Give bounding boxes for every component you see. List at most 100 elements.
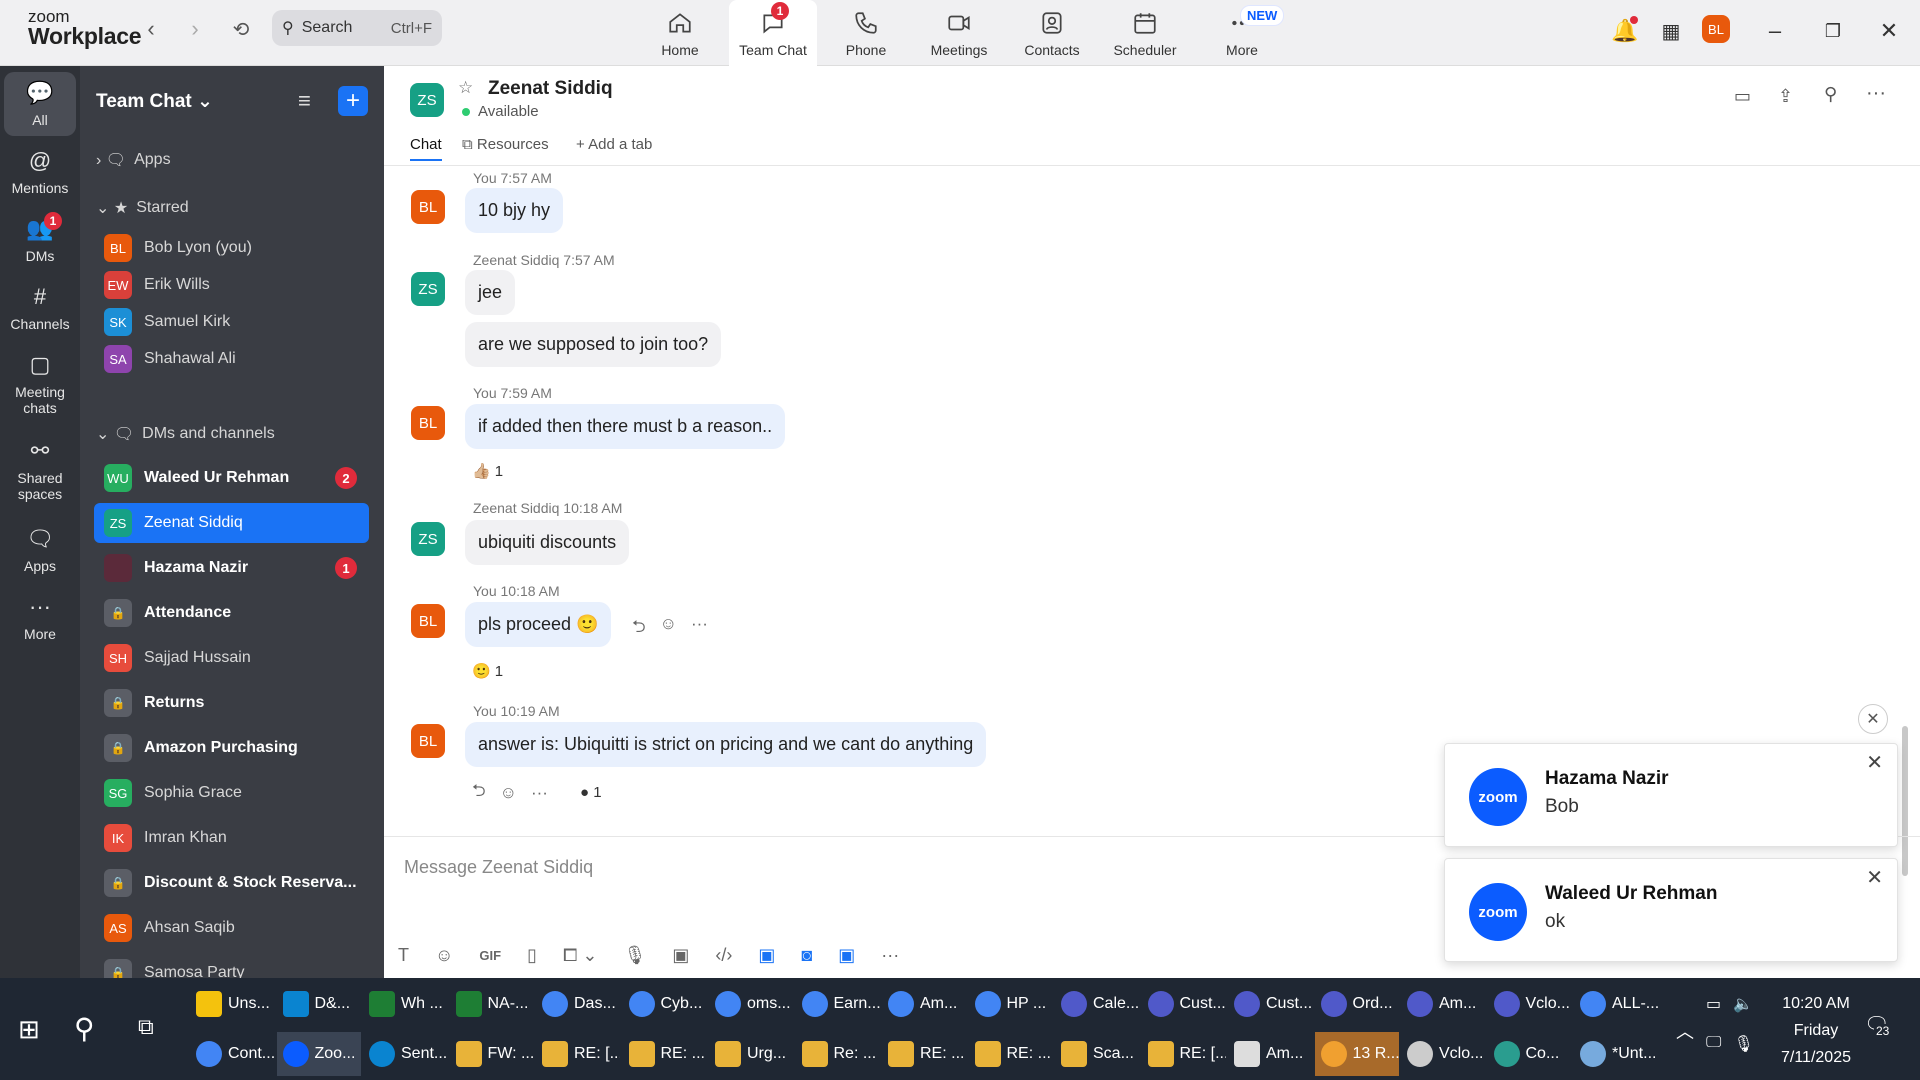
tab-home[interactable]: Home bbox=[636, 0, 724, 66]
emoji-icon[interactable]: ☺ bbox=[435, 945, 453, 966]
taskbar-app[interactable]: Wh ... bbox=[363, 982, 447, 1026]
file-icon[interactable]: ▯ bbox=[527, 945, 537, 966]
sender-avatar[interactable]: BL bbox=[411, 724, 445, 758]
contact-name[interactable]: Zeenat Siddiq bbox=[488, 78, 613, 100]
reply-icon[interactable]: ⮌ bbox=[472, 778, 486, 807]
dismiss-icon[interactable]: ✕ bbox=[1858, 704, 1888, 734]
search-input[interactable]: ⚲ Search Ctrl+F bbox=[272, 10, 442, 46]
reaction[interactable]: ● 1 bbox=[580, 784, 602, 801]
sidebar-title[interactable]: Team Chat ⌄ bbox=[96, 90, 213, 113]
message-bubble[interactable]: ubiquiti discounts bbox=[465, 520, 630, 565]
section-starred[interactable]: ⌄ ★ Starred bbox=[96, 198, 189, 218]
sidebar-item[interactable]: BL Bob Lyon (you) bbox=[94, 228, 369, 268]
sender-avatar[interactable]: ZS bbox=[411, 522, 445, 556]
taskbar-app[interactable]: Uns... bbox=[190, 982, 274, 1026]
taskbar-app[interactable]: NA-... bbox=[450, 982, 534, 1026]
reply-icon[interactable]: ⮌ bbox=[632, 614, 646, 643]
reaction[interactable]: 👍🏼 1 bbox=[472, 462, 503, 481]
more-icon[interactable]: ··· bbox=[881, 945, 899, 966]
taskbar-app[interactable]: Urg... bbox=[709, 1032, 793, 1076]
section-apps[interactable]: › 🗨 Apps bbox=[96, 150, 171, 170]
code-icon[interactable]: ‹/› bbox=[715, 945, 732, 966]
message-bubble[interactable]: jee bbox=[465, 270, 516, 315]
sidebar-item[interactable]: 🔒 Attendance bbox=[94, 593, 369, 633]
app-icon[interactable]: ◙ bbox=[801, 945, 812, 966]
taskbar-app[interactable]: 13 R... bbox=[1314, 1032, 1399, 1076]
volume-icon[interactable]: 🔈 bbox=[1733, 994, 1753, 1014]
gif-icon[interactable]: GIF bbox=[479, 948, 501, 963]
sidebar-item[interactable]: EW Erik Wills bbox=[94, 265, 369, 305]
section-dms[interactable]: ⌄ 🗨 DMs and channels bbox=[96, 424, 275, 444]
taskbar-app[interactable]: RE: ... bbox=[882, 1032, 966, 1076]
taskbar-app[interactable]: RE: ... bbox=[969, 1032, 1053, 1076]
user-avatar[interactable]: BL bbox=[1702, 15, 1730, 43]
taskbar-app[interactable]: Cont... bbox=[190, 1032, 274, 1076]
taskbar-app[interactable]: Am... bbox=[882, 982, 966, 1026]
network-icon[interactable]: 🖵 bbox=[1706, 1034, 1721, 1054]
sender-avatar[interactable]: ZS bbox=[411, 272, 445, 306]
sidebar-item[interactable]: SK Samuel Kirk bbox=[94, 302, 369, 342]
calendar-icon[interactable]: ▦ bbox=[1656, 16, 1686, 46]
sidebar-item[interactable]: AS Ahsan Saqib bbox=[94, 908, 369, 948]
rail-meeting-chats[interactable]: ▢ Meeting chats bbox=[4, 352, 76, 417]
close-icon[interactable]: ✕ bbox=[1866, 750, 1883, 775]
taskbar-app[interactable]: Sca... bbox=[1055, 1032, 1139, 1076]
battery-icon[interactable]: ▭ bbox=[1706, 994, 1721, 1014]
sidebar-item[interactable]: WU Waleed Ur Rehman 2 bbox=[94, 458, 369, 498]
emoji-react-icon[interactable]: ☺ bbox=[500, 783, 517, 803]
sender-avatar[interactable]: BL bbox=[411, 604, 445, 638]
sender-avatar[interactable]: BL bbox=[411, 406, 445, 440]
message-bubble[interactable]: answer is: Ubiquitti is strict on pricin… bbox=[465, 722, 987, 767]
rail-apps[interactable]: 🗨 Apps bbox=[4, 526, 76, 575]
add-tab-button[interactable]: + Add a tab bbox=[576, 136, 652, 153]
taskbar-app[interactable]: Cust... bbox=[1142, 982, 1226, 1026]
taskbar-app[interactable]: RE: [... bbox=[536, 1032, 620, 1076]
mic-icon[interactable]: 🎙 bbox=[1733, 1034, 1753, 1054]
taskbar-app[interactable]: Am... bbox=[1401, 982, 1485, 1026]
app-icon[interactable]: ▣ bbox=[838, 945, 855, 966]
taskbar-app[interactable]: Cust... bbox=[1228, 982, 1312, 1026]
video-call-icon[interactable]: ▭ bbox=[1734, 86, 1751, 107]
windows-start-icon[interactable]: ⊞ bbox=[18, 1014, 40, 1045]
task-view-icon[interactable]: ⧉ bbox=[138, 1014, 154, 1040]
rail-shared-spaces[interactable]: ⚯ Shared spaces bbox=[4, 438, 76, 503]
rail-all[interactable]: 💬 All bbox=[4, 72, 76, 136]
taskbar-app[interactable]: Earn... bbox=[796, 982, 880, 1026]
taskbar-app[interactable]: Am... bbox=[1228, 1032, 1312, 1076]
sidebar-item[interactable]: 🔒 Amazon Purchasing bbox=[94, 728, 369, 768]
taskbar-app[interactable]: Re: ... bbox=[796, 1032, 880, 1076]
sidebar-item[interactable]: 🔒 Discount & Stock Reserva... bbox=[94, 863, 369, 903]
sidebar-item[interactable]: IK Imran Khan bbox=[94, 818, 369, 858]
tab-scheduler[interactable]: Scheduler bbox=[1101, 0, 1189, 66]
taskbar-app[interactable]: D&... bbox=[277, 982, 361, 1026]
taskbar-app[interactable]: Das... bbox=[536, 982, 620, 1026]
sidebar-item[interactable]: ZS Zeenat Siddiq bbox=[94, 503, 369, 543]
notification-toast[interactable]: zoom Hazama Nazir Bob ✕ bbox=[1444, 743, 1898, 847]
notification-center-icon[interactable]: 🗨23 bbox=[1864, 1012, 1892, 1038]
taskbar-app[interactable]: HP ... bbox=[969, 982, 1053, 1026]
notification-toast[interactable]: zoom Waleed Ur Rehman ok ✕ bbox=[1444, 858, 1898, 962]
more-icon[interactable]: ··· bbox=[691, 614, 708, 643]
emoji-react-icon[interactable]: ☺ bbox=[660, 614, 677, 643]
message-bubble[interactable]: if added then there must b a reason.. bbox=[465, 404, 786, 449]
taskbar-app[interactable]: FW: ... bbox=[450, 1032, 534, 1076]
contact-avatar[interactable]: ZS bbox=[410, 83, 444, 117]
more-icon[interactable]: ··· bbox=[531, 783, 548, 803]
taskbar-app[interactable]: Vclo... bbox=[1401, 1032, 1485, 1076]
taskbar-app[interactable]: Cale... bbox=[1055, 982, 1139, 1026]
tab-contacts[interactable]: Contacts bbox=[1008, 0, 1096, 66]
taskbar-app[interactable]: Sent... bbox=[363, 1032, 447, 1076]
microphone-icon[interactable]: 🎙 bbox=[623, 945, 646, 966]
taskbar-app[interactable]: RE: [... bbox=[1142, 1032, 1226, 1076]
taskbar-app[interactable]: Co... bbox=[1488, 1032, 1572, 1076]
tab-meetings[interactable]: Meetings bbox=[915, 0, 1003, 66]
forward-icon[interactable]: › bbox=[180, 14, 210, 44]
sidebar-item[interactable]: 🔒 Returns bbox=[94, 683, 369, 723]
taskbar-app[interactable]: Zoo... bbox=[276, 1032, 361, 1076]
clock[interactable]: 10:20 AM Friday 7/11/2025 bbox=[1778, 990, 1854, 1071]
sender-avatar[interactable]: BL bbox=[411, 190, 445, 224]
taskbar-app[interactable]: Vclo... bbox=[1488, 982, 1572, 1026]
tab-phone[interactable]: Phone bbox=[822, 0, 910, 66]
rail-mentions[interactable]: @ Mentions bbox=[4, 148, 76, 197]
sidebar-item[interactable]: Hazama Nazir 1 bbox=[94, 548, 369, 588]
